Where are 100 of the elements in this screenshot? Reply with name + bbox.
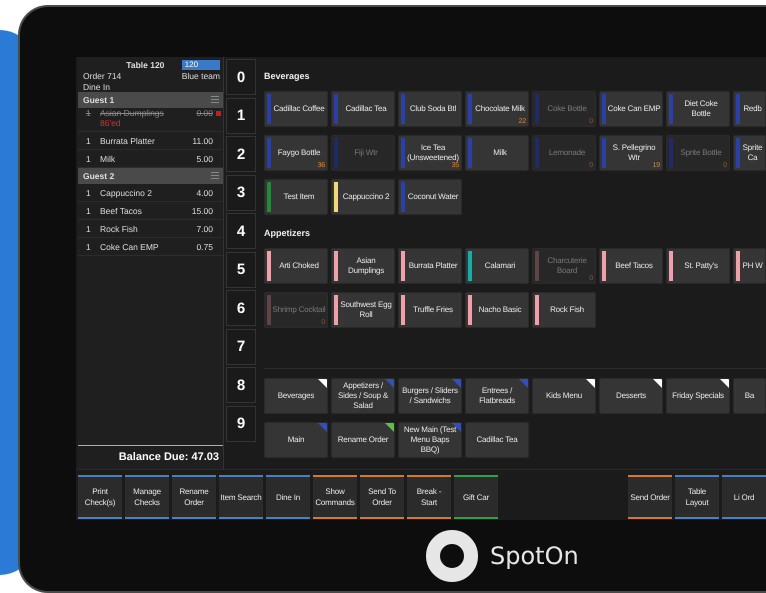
menu-item-button[interactable]: Nacho Basic [465,292,529,328]
category-button[interactable]: Cadillac Tea [465,422,529,458]
menu-item-button[interactable]: Redb [733,91,766,127]
menu-item-button[interactable]: Diet Coke Bottle [666,91,730,127]
action-button[interactable]: Gift Car [454,475,498,519]
table-badge: 120 [182,60,220,70]
action-button[interactable]: Li Ord [722,475,766,519]
item-price: 15.00 [192,206,213,216]
item-quantity: 1 [86,242,92,252]
void-note: 86'ed [100,118,122,130]
menu-item-button[interactable]: Coconut Water [398,179,462,215]
action-button[interactable]: Dine In [266,475,310,519]
action-button[interactable]: Print Check(s) [78,475,122,519]
item-name: Milk [100,154,116,164]
order-mode: Dine In [83,82,111,92]
item-quantity: 1 [86,136,92,146]
category-button[interactable]: Friday Specials [666,378,730,414]
item-price: 0.00 [196,108,213,118]
menu-item-button[interactable]: Test Item [264,179,328,215]
category-button[interactable]: Desserts [599,378,663,414]
seat-number-button[interactable]: 5 [226,252,256,288]
action-button[interactable]: Item Search [219,475,263,519]
menu-icon[interactable] [211,171,219,181]
item-name: Rock Fish [100,224,139,234]
menu-item-button[interactable]: Southwest Egg Roll [331,292,395,328]
order-item-row[interactable]: 1 Burrata Platter 11.00 [78,132,223,150]
item-quantity: 1 [86,154,92,164]
menu-item-button[interactable]: PH W [733,248,766,284]
item-price: 0.75 [196,242,213,252]
seat-number-button[interactable]: 4 [226,213,256,249]
balance-due: Balance Due: 47.03 [78,445,223,469]
seat-number-button[interactable]: 8 [226,367,256,403]
order-item-row[interactable]: 1 Beef Tacos 15.00 [78,202,223,220]
seat-number-button[interactable]: 7 [226,328,256,364]
menu-item-button[interactable]: Coke Can EMP [599,91,663,127]
action-button[interactable]: Table Layout [675,475,719,519]
menu-item-button[interactable]: St. Patty's [666,248,730,284]
order-item-row[interactable]: 1 Rock Fish 7.00 [78,220,223,238]
team-name: Blue team [182,71,220,81]
action-button[interactable]: Send To Order [360,475,404,519]
table-title: Table 120 [125,60,166,70]
item-quantity: 1 [86,108,92,118]
order-item-row[interactable]: 1 Cappuccino 2 4.00 [78,184,223,202]
item-price: 5.00 [196,154,213,164]
category-button[interactable]: Rename Order [331,422,395,458]
action-button[interactable]: Rename Order [172,475,216,519]
menu-item-button[interactable]: Asian Dumplings [331,248,395,284]
item-quantity: 1 [86,188,92,198]
menu-item-button[interactable]: Sprite Ca [733,135,766,171]
void-marker-icon [216,110,220,116]
category-button[interactable]: Ba [733,378,766,414]
action-button[interactable]: Send Order [628,475,672,519]
seat-number-button[interactable]: 3 [226,174,256,210]
order-item-row[interactable]: 1 Asian Dumplings 0.00 86'ed [78,108,223,132]
item-quantity: 1 [86,224,92,234]
item-name: Cappuccino 2 [100,188,153,198]
item-name: Burrata Platter [100,136,156,146]
menu-item-button[interactable]: Club Soda Btl [398,91,462,127]
item-name: Asian Dumplings [100,108,165,118]
menu-item-button[interactable]: Cadillac Tea [331,91,395,127]
item-price: 4.00 [196,188,213,198]
brand-name: SpotOn [490,542,579,570]
section-title: Appetizers [264,227,312,240]
seat-number-button[interactable]: 6 [226,290,256,326]
menu-item-button[interactable]: Arti Choked [264,248,328,284]
menu-item-button[interactable]: Cappuccino 2 [331,179,395,215]
guest-name: Guest 1 [83,95,114,105]
guest-name: Guest 2 [83,171,114,181]
menu-item-button[interactable]: Milk [465,135,529,171]
menu-item-button[interactable]: Cadillac Coffee [264,91,328,127]
menu-icon[interactable] [211,95,219,105]
action-button[interactable]: Show Commands [313,475,357,519]
seat-number-button[interactable]: 1 [226,98,256,134]
menu-item-button[interactable]: Beef Tacos [599,248,663,284]
category-button[interactable]: Entrees / Flatbreads [465,378,529,414]
item-quantity: 1 [86,206,92,216]
order-item-row[interactable]: 1 Coke Can EMP 0.75 [78,238,223,256]
category-button[interactable]: Main [264,422,328,458]
category-button[interactable]: Burgers / Sliders / Sandwichs [398,378,462,414]
item-name: Beef Tacos [100,206,143,216]
seat-number-button[interactable]: 2 [226,136,256,172]
action-button[interactable]: Manage Checks [125,475,169,519]
menu-item-button[interactable]: Burrata Platter [398,248,462,284]
category-button[interactable]: Beverages [264,378,328,414]
guest-header[interactable]: Guest 2 [78,168,223,184]
ring-logo-icon [426,530,478,582]
seat-number-button[interactable]: 9 [226,406,256,442]
menu-item-button[interactable]: Calamari [465,248,529,284]
category-button[interactable]: Kids Menu [532,378,596,414]
action-button[interactable]: Break - Start [407,475,451,519]
item-price: 7.00 [196,224,213,234]
menu-item-button[interactable]: Truffle Fries [398,292,462,328]
item-price: 11.00 [192,136,213,146]
category-button[interactable]: New Main (Test Menu Baps BBQ) [398,422,462,458]
menu-item-button[interactable]: Rock Fish [532,292,596,328]
guest-header[interactable]: Guest 1 [78,92,223,108]
item-name: Coke Can EMP [100,242,160,252]
section-title: Beverages [264,70,311,83]
seat-number-button[interactable]: 0 [226,59,256,95]
category-button[interactable]: Appetizers / Sides / Soup & Salad [331,378,395,414]
